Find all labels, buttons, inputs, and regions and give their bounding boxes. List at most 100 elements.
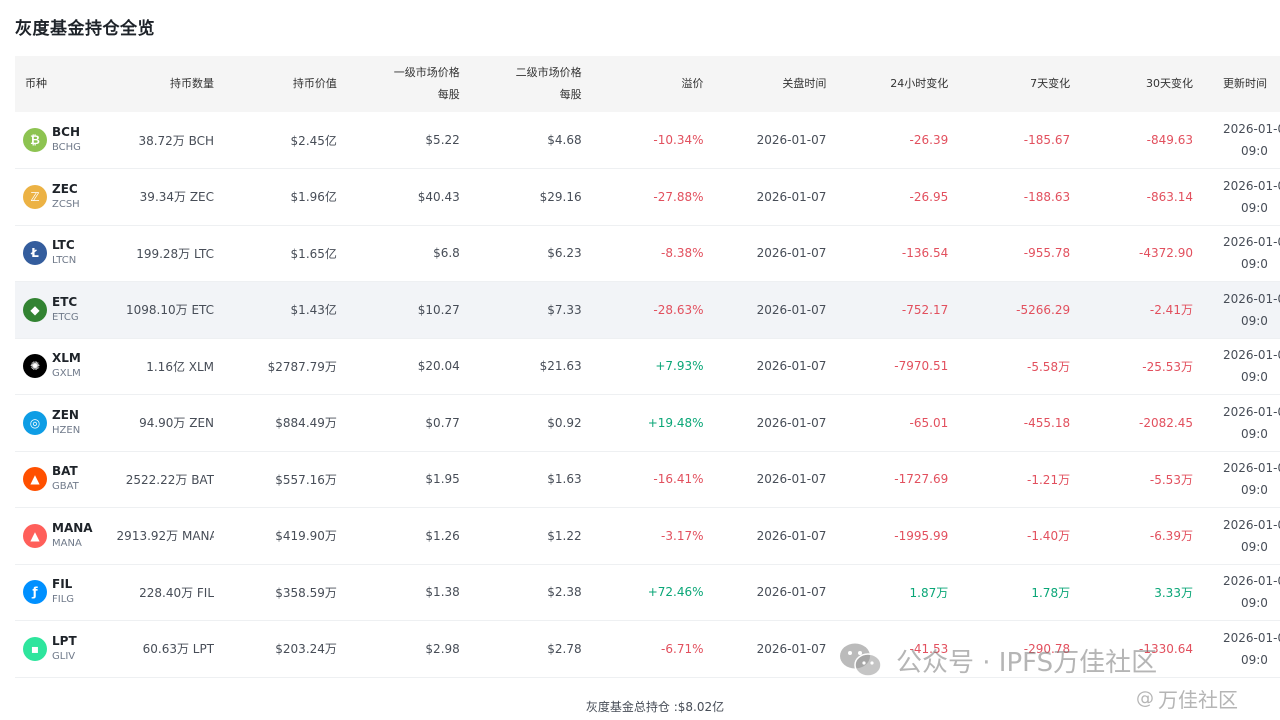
primary-market-price: $1.26 — [425, 528, 460, 543]
updated-date: 2026-01-0 — [1222, 348, 1280, 363]
column-header[interactable]: 溢价 — [582, 56, 704, 112]
column-header-label: 30天变化 — [1145, 77, 1193, 90]
change-30d: -4372.90 — [1139, 246, 1193, 261]
column-header-sublabel: 每股 — [437, 88, 460, 101]
holding-value: $884.49万 — [275, 416, 337, 431]
updated-clock: 09:0 — [1240, 652, 1268, 667]
holding-value: $2.45亿 — [290, 133, 337, 148]
table-row[interactable]: ◆ ETC ETCG 1098.10万 ETC $1.43亿 $10.27 $7.33 -28… — [15, 281, 1280, 339]
holding-quantity: 199.28万 LTC — [136, 246, 215, 261]
table-row[interactable]: ₿ BCH BCHG 38.72万 BCH $2.45亿 $5.22 $4.68 -10.34… — [15, 112, 1280, 169]
trust-ticker: ETCG — [52, 311, 79, 323]
updated-time: 2026-01-0 09:0 — [1193, 169, 1280, 226]
basic-attention-token-icon: ▲ — [23, 467, 47, 492]
total-holdings: 灰度基金总持仓 :$8.02亿 — [585, 700, 725, 714]
table-row[interactable]: ▲ MANA MANA 2913.92万 MANA $419.90万 $1.26 $1.22… — [15, 508, 1280, 565]
updated-date: 2026-01-0 — [1222, 630, 1280, 645]
secondary-market-price: $2.38 — [547, 585, 582, 600]
coin-symbol: FIL — [52, 577, 73, 592]
change-7d: -5266.29 — [1016, 302, 1071, 317]
updated-time: 2026-01-0 09:0 — [1193, 225, 1280, 282]
column-header[interactable]: 一级市场价格 每股 — [337, 56, 460, 112]
column-header[interactable]: 关盘时间 — [704, 56, 827, 112]
column-header-label: 24小时变化 — [890, 77, 949, 90]
column-header[interactable]: 币种 — [15, 56, 117, 112]
primary-market-price: $5.22 — [425, 133, 460, 147]
coin-cell: ƒ FIL FILG — [15, 564, 117, 621]
trust-ticker: FILG — [52, 594, 75, 606]
change-24h: -26.95 — [909, 189, 949, 204]
decentraland-icon: ▲ — [23, 523, 47, 548]
column-header[interactable]: 7天变化 — [948, 56, 1070, 112]
updated-time: 2026-01-0 09:0 — [1193, 451, 1280, 508]
coin-cell: ◆ ETC ETCG — [15, 282, 117, 339]
trust-ticker: GXLM — [52, 368, 81, 380]
column-header[interactable]: 二级市场价格 每股 — [460, 56, 582, 112]
column-header[interactable]: 更新时间 — [1193, 56, 1280, 112]
primary-market-price: $0.77 — [425, 415, 460, 430]
updated-date: 2026-01-0 — [1222, 235, 1280, 250]
close-date: 2026-01-07 — [756, 641, 827, 656]
change-24h: -752.17 — [901, 302, 949, 317]
premium: -3.17% — [661, 528, 704, 543]
change-30d: 3.33万 — [1154, 585, 1193, 600]
holdings-table: 币种 持币数量 持币价值 一级市场价格 每股 二级市场价格 每股 溢价 关盘时间 24小时变化 7天… — [15, 56, 1280, 678]
coin-symbol: MANA — [52, 520, 93, 535]
close-date: 2026-01-07 — [756, 302, 827, 317]
column-header-label: 更新时间 — [1222, 77, 1267, 90]
coin-cell: ◎ ZEN HZEN — [15, 395, 117, 452]
premium: -16.41% — [653, 472, 704, 487]
table-row[interactable]: ✺ XLM GXLM 1.16亿 XLM $2787.79万 $20.04 $21.63 +7… — [15, 338, 1280, 395]
change-24h: -136.54 — [901, 246, 949, 261]
change-24h: -7970.51 — [894, 359, 949, 374]
page-title: 灰度基金持仓全览 — [15, 19, 155, 39]
coin-symbol: ETC — [52, 294, 78, 309]
primary-market-price: $6.8 — [433, 246, 460, 261]
primary-market-price: $1.95 — [425, 472, 460, 487]
table-row[interactable]: ƒ FIL FILG 228.40万 FIL $358.59万 $1.38 $2.38 +72… — [15, 564, 1280, 621]
updated-date: 2026-01-0 — [1222, 574, 1280, 589]
ethereum-classic-icon: ◆ — [23, 297, 47, 322]
watermark-sub-text: 万佳社区 — [1158, 688, 1238, 712]
watermark-sub: @ 万佳社区 — [1136, 684, 1238, 713]
primary-market-price: $1.38 — [425, 585, 460, 600]
column-header[interactable]: 24小时变化 — [826, 56, 948, 112]
column-header[interactable]: 30天变化 — [1070, 56, 1193, 112]
coin-cell: ▲ MANA MANA — [15, 508, 117, 565]
table-row[interactable]: ◎ ZEN HZEN 94.90万 ZEN $884.49万 $0.77 $0.92 +19.… — [15, 395, 1280, 452]
trust-ticker: GBAT — [52, 481, 79, 493]
table-row[interactable]: Ł LTC LTCN 199.28万 LTC $1.65亿 $6.8 $6.23 -8.38%… — [15, 225, 1280, 282]
trust-ticker: GLIV — [52, 650, 76, 662]
premium: +72.46% — [647, 585, 704, 600]
updated-time: 2026-01-0 09:0 — [1193, 621, 1280, 678]
column-header[interactable]: 持币价值 — [214, 56, 337, 112]
litecoin-icon: Ł — [23, 241, 47, 266]
holding-value: $2787.79万 — [267, 359, 337, 374]
updated-time: 2026-01-0 09:0 — [1193, 508, 1280, 565]
secondary-market-price: $29.16 — [539, 189, 582, 204]
change-30d: -5.53万 — [1149, 472, 1193, 487]
holding-value: $358.59万 — [275, 585, 337, 600]
table-row[interactable]: ▲ BAT GBAT 2522.22万 BAT $557.16万 $1.95 $1.63 -1… — [15, 451, 1280, 508]
horizen-icon: ◎ — [23, 410, 47, 435]
secondary-market-price: $21.63 — [539, 359, 582, 374]
secondary-market-price: $1.22 — [547, 528, 582, 543]
change-7d: -955.78 — [1023, 246, 1071, 261]
watermark-text: 公众号 · IPFS万佳社区 — [896, 647, 1158, 678]
updated-clock: 09:0 — [1240, 370, 1268, 385]
holding-quantity: 60.63万 LPT — [142, 642, 215, 657]
column-header[interactable]: 持币数量 — [117, 56, 214, 112]
column-header-label: 关盘时间 — [782, 77, 827, 90]
secondary-market-price: $4.68 — [547, 133, 582, 147]
column-header-label: 二级市场价格 — [515, 66, 582, 79]
trust-ticker: ZCSH — [52, 198, 80, 210]
change-7d: -455.18 — [1023, 415, 1071, 430]
change-30d: -6.39万 — [1149, 529, 1193, 544]
filecoin-icon: ƒ — [23, 580, 47, 605]
table-row[interactable]: ℤ ZEC ZCSH 39.34万 ZEC $1.96亿 $40.43 $29.16 -27.… — [15, 169, 1280, 226]
coin-symbol: ZEC — [52, 181, 78, 196]
updated-date: 2026-01-0 — [1222, 404, 1280, 419]
holdings-table-container: 币种 持币数量 持币价值 一级市场价格 每股 二级市场价格 每股 溢价 关盘时间 24小时变化 7天… — [15, 56, 1280, 678]
close-date: 2026-01-07 — [756, 359, 827, 374]
column-header-label: 币种 — [25, 77, 47, 90]
